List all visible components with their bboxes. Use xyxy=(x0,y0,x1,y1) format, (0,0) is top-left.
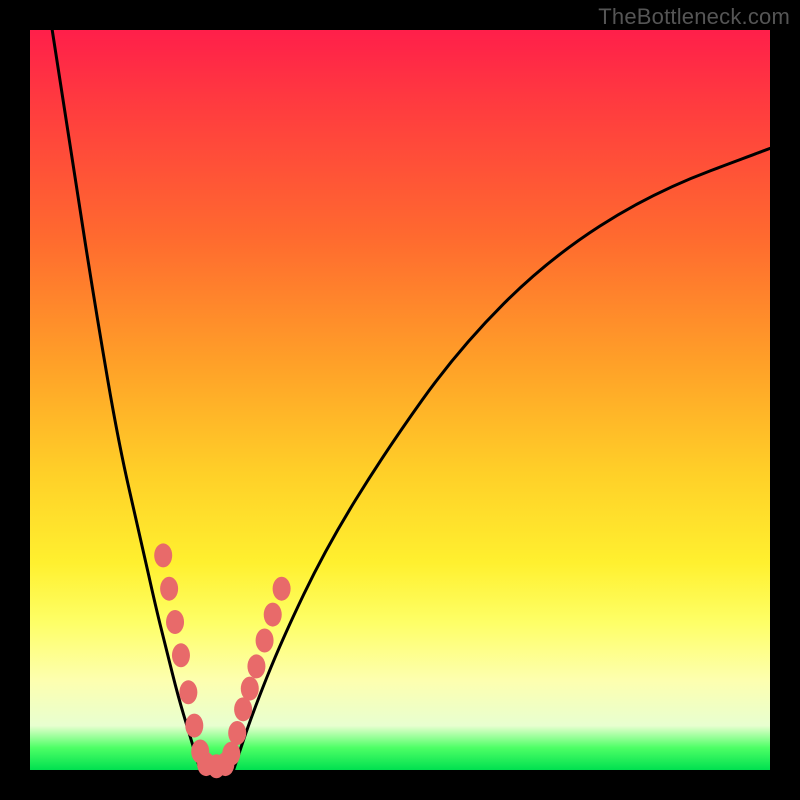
bottleneck-curve xyxy=(52,30,770,770)
bead-marker xyxy=(172,643,190,667)
bead-marker xyxy=(264,603,282,627)
bead-marker xyxy=(247,654,265,678)
bead-marker xyxy=(241,677,259,701)
bead-marker xyxy=(273,577,291,601)
bead-marker xyxy=(154,543,172,567)
plot-area xyxy=(30,30,770,770)
curve-group xyxy=(52,30,770,770)
curve-layer xyxy=(30,30,770,770)
bead-marker xyxy=(222,742,240,766)
bead-marker xyxy=(256,629,274,653)
bead-group xyxy=(154,543,290,778)
bead-marker xyxy=(160,577,178,601)
bead-marker xyxy=(166,610,184,634)
outer-frame: TheBottleneck.com xyxy=(0,0,800,800)
bead-marker xyxy=(179,680,197,704)
bead-marker xyxy=(228,721,246,745)
watermark-text: TheBottleneck.com xyxy=(598,4,790,30)
bead-marker xyxy=(185,714,203,738)
bead-marker xyxy=(234,697,252,721)
